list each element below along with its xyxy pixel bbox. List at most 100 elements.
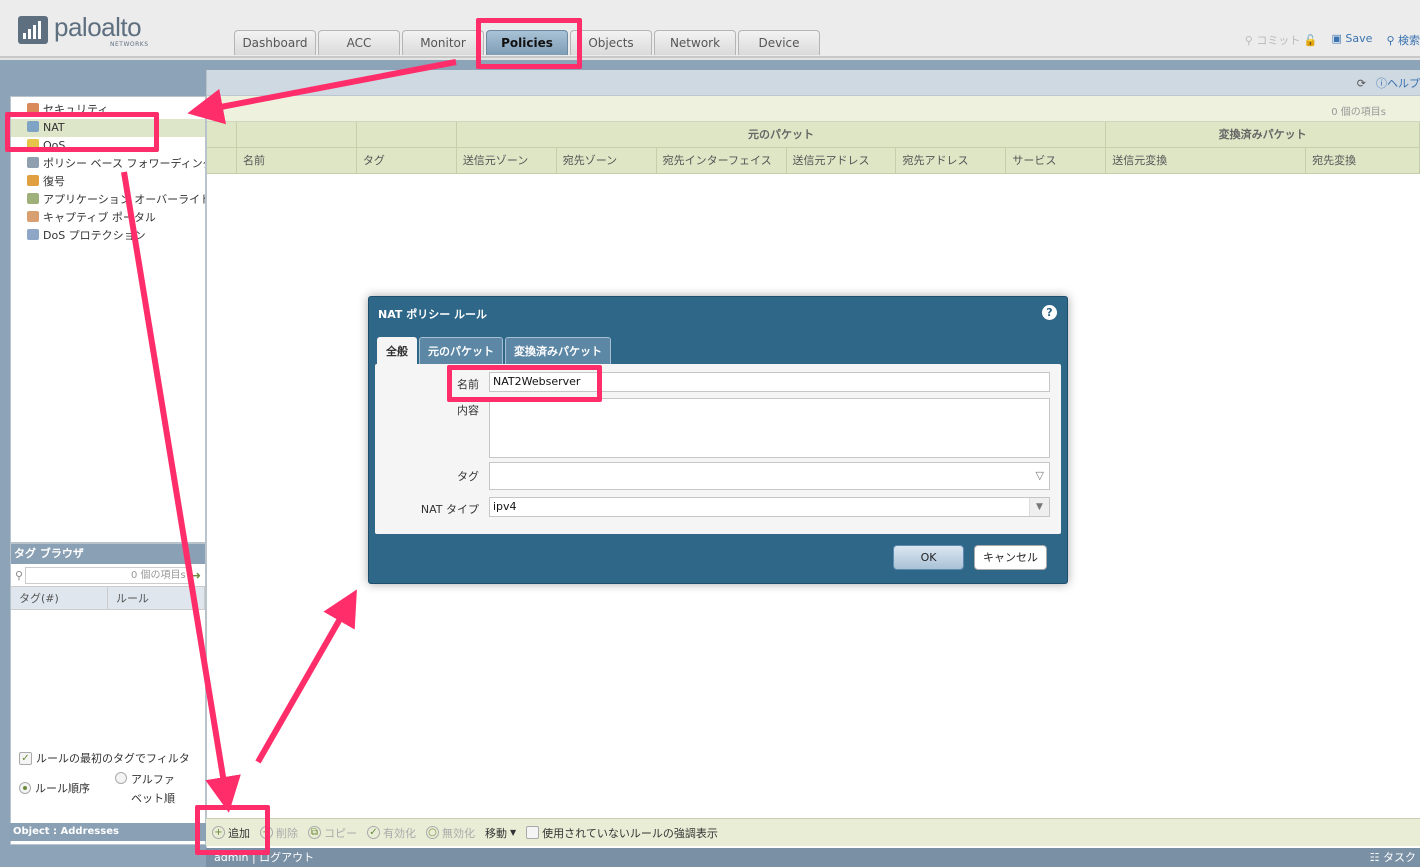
col-dst-address[interactable]: 宛先アドレス <box>896 148 1007 173</box>
nat-type-label: NAT タイプ <box>420 503 479 516</box>
tag-browser-title: タグ ブラウザ <box>11 544 205 564</box>
highlight-add-button <box>195 805 270 855</box>
logo-subtext: NETWORKS <box>110 41 149 48</box>
rule-toolbar: + 追加 − 削除 ⧉ コピー ✓ 有効化 ○ 無効化 移動 ▼ 使用されていないルールの強… <box>206 818 1420 846</box>
tag-table-header: タグ(#) ルール <box>11 586 205 610</box>
tree-item-decryption[interactable]: 復号 <box>11 173 205 191</box>
order-alpha-radio[interactable] <box>115 772 127 784</box>
enable-button[interactable]: ✓ 有効化 <box>367 825 416 841</box>
nat-policy-rule-dialog: NAT ポリシー ルール ? 全般 元のパケット 変換済みパケット 名前 NAT… <box>368 296 1068 584</box>
col-tag[interactable]: タグ <box>357 148 457 173</box>
save-icon: ▣ <box>1331 32 1346 45</box>
col-service[interactable]: サービス <box>1006 148 1107 173</box>
tree-item-app-override[interactable]: アプリケーション オーバーライド <box>11 191 205 209</box>
apply-filter-icon[interactable]: ➜ <box>192 569 201 582</box>
filter-first-tag-option[interactable]: ✓ ルールの最初のタグでフィルタ <box>19 750 190 766</box>
decryption-icon <box>27 175 39 186</box>
enable-icon: ✓ <box>367 826 380 839</box>
commit-link[interactable]: ⚲ コミット 🔓 <box>1245 32 1318 48</box>
save-link[interactable]: ▣ Save <box>1332 32 1373 48</box>
column-groups: 元のパケット 変換済みパケット <box>207 122 1420 148</box>
order-rule-radio[interactable] <box>19 782 31 794</box>
panel-toolbar: ⟳ ⓘヘルプ <box>207 70 1420 96</box>
pbf-icon <box>27 157 39 168</box>
tree-item-pbf[interactable]: ポリシー ベース フォワーディング <box>11 155 205 173</box>
move-button[interactable]: 移動 ▼ <box>485 825 516 841</box>
status-bar: admin | ログアウト ☷ タスク <box>206 848 1420 867</box>
tree-item-captive-portal[interactable]: キャプティブ ポータル <box>11 209 205 227</box>
search-link[interactable]: ⚲ 検索 <box>1386 32 1420 48</box>
search-icon: ⚲ <box>1386 34 1398 47</box>
help-icon: ⓘ <box>1376 77 1387 90</box>
col-name[interactable]: 名前 <box>237 148 357 173</box>
tag-browser: タグ ブラウザ ⚲ 0 個の項目s ➜ タグ(#) ルール ✓ ルールの最初のタ… <box>10 543 206 845</box>
dialog-title: NAT ポリシー ルール <box>378 308 488 321</box>
highlight-nat-item <box>5 112 159 152</box>
disable-button[interactable]: ○ 無効化 <box>426 825 475 841</box>
col-dst-interface[interactable]: 宛先インターフェイス <box>657 148 787 173</box>
copy-button[interactable]: ⧉ コピー <box>308 825 357 841</box>
tab-device[interactable]: Device <box>738 30 820 55</box>
search-icon: ⚲ <box>15 568 24 582</box>
disable-icon: ○ <box>426 826 439 839</box>
refresh-icon[interactable]: ⟳ <box>1357 77 1366 90</box>
highlight-policies-tab <box>476 18 582 69</box>
tab-dashboard[interactable]: Dashboard <box>234 30 316 55</box>
logo-icon <box>18 16 48 44</box>
tab-acc[interactable]: ACC <box>318 30 400 55</box>
ok-button[interactable]: OK <box>893 545 964 570</box>
tree-item-dos[interactable]: DoS プロテクション <box>11 227 205 245</box>
filter-first-tag-checkbox[interactable]: ✓ <box>19 751 32 765</box>
tag-search-row: ⚲ 0 個の項目s ➜ <box>11 564 205 586</box>
tag-input[interactable]: ▽ <box>489 462 1050 490</box>
group-original-packet: 元のパケット <box>457 122 1107 147</box>
dos-icon <box>27 229 39 240</box>
tab-general[interactable]: 全般 <box>377 337 417 364</box>
paloalto-logo: paloalto NETWORKS <box>18 12 168 52</box>
dialog-tabs: 全般 元のパケット 変換済みパケット <box>377 337 611 364</box>
column-headers: 名前 タグ 送信元ゾーン 宛先ゾーン 宛先インターフェイス 送信元アドレス 宛先… <box>207 148 1420 174</box>
nat-type-select[interactable]: ipv4 ▼ <box>489 497 1050 517</box>
top-links: ⚲ コミット 🔓 ▣ Save ⚲ 検索 <box>1245 32 1420 48</box>
dropdown-icon[interactable]: ▽ <box>1036 469 1044 482</box>
app-header: paloalto NETWORKS Dashboard ACC Monitor … <box>0 0 1420 58</box>
dialog-help-icon[interactable]: ? <box>1042 305 1057 320</box>
col-dst-zone[interactable]: 宛先ゾーン <box>557 148 657 173</box>
items-count: 0 個の項目s <box>1331 107 1386 118</box>
policy-tree-panel: セキュリティ NAT QoS ポリシー ベース フォワーディング 復号 アプリケ… <box>10 96 206 543</box>
col-tag[interactable]: タグ(#) <box>11 587 108 609</box>
tab-objects[interactable]: Objects <box>570 30 652 55</box>
highlight-unused-checkbox[interactable] <box>526 826 540 839</box>
col-dst-translation[interactable]: 宛先変換 <box>1306 148 1420 173</box>
col-src-zone[interactable]: 送信元ゾーン <box>457 148 557 173</box>
tab-translated-packet[interactable]: 変換済みパケット <box>505 337 611 364</box>
commit-icon: ⚲ <box>1244 34 1257 47</box>
copy-icon: ⧉ <box>308 826 321 839</box>
description-textarea[interactable] <box>489 398 1050 458</box>
col-src-translation[interactable]: 送信元変換 <box>1106 148 1307 173</box>
order-alpha-option[interactable]: アルファ ベット順 <box>115 770 175 808</box>
highlight-name-field <box>447 365 602 402</box>
tag-search-input[interactable]: 0 個の項目s <box>25 566 190 584</box>
description-label: 内容 <box>457 404 479 417</box>
tasks-icon: ☷ <box>1369 851 1383 864</box>
logo-text: paloalto <box>54 12 142 42</box>
cancel-button[interactable]: キャンセル <box>974 545 1047 570</box>
tasks-link[interactable]: ☷ タスク <box>1370 848 1420 867</box>
group-translated-packet: 変換済みパケット <box>1106 122 1420 147</box>
tab-network[interactable]: Network <box>654 30 736 55</box>
tag-label: タグ <box>457 470 479 483</box>
help-link[interactable]: ⟳ ⓘヘルプ <box>1357 75 1420 91</box>
app-override-icon <box>27 193 39 204</box>
filter-row: 0 個の項目s <box>207 96 1420 122</box>
tab-monitor[interactable]: Monitor <box>402 30 484 55</box>
chevron-down-icon[interactable]: ▼ <box>1029 498 1049 516</box>
highlight-unused-option[interactable]: 使用されていないルールの強調表示 <box>526 825 718 841</box>
order-rule-option[interactable]: ルール順序 <box>19 780 90 796</box>
col-rule[interactable]: ルール <box>108 587 205 609</box>
tab-original-packet[interactable]: 元のパケット <box>419 337 503 364</box>
captive-portal-icon <box>27 211 39 222</box>
object-bar[interactable]: Object : Addresses <box>10 823 206 841</box>
chevron-down-icon: ▼ <box>510 828 517 837</box>
col-src-address[interactable]: 送信元アドレス <box>787 148 897 173</box>
